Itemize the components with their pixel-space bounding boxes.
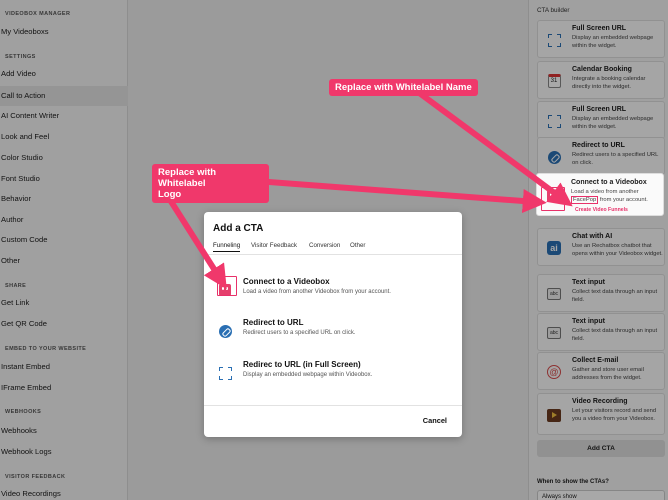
annotation-arrows [162, 89, 573, 290]
arrow-logo-to-modal [162, 190, 227, 290]
arrow-name-to-brand [416, 89, 573, 207]
annotation-whitelabel-name: Replace with Whitelabel Name [329, 79, 478, 96]
annotation-whitelabel-logo: Replace with Whitelabel Logo [152, 164, 269, 203]
